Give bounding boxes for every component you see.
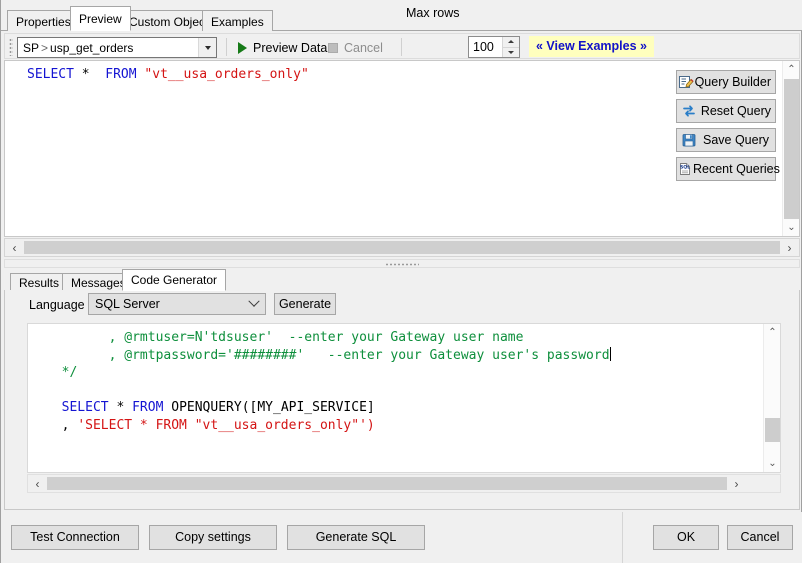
object-prefix: SP xyxy=(23,40,40,55)
button-bar-divider xyxy=(622,512,623,563)
object-select-dropdown-button[interactable] xyxy=(198,38,216,57)
dialog-button-bar: Test Connection Copy settings Generate S… xyxy=(1,512,802,563)
sql-keyword-from: FROM xyxy=(105,67,137,82)
cancel-preview-label: Cancel xyxy=(344,40,383,55)
save-query-button[interactable]: Save Query xyxy=(676,128,776,152)
reset-query-label: Reset Query xyxy=(700,104,771,118)
max-rows-value[interactable]: 100 xyxy=(469,37,502,57)
sql-document-icon: SQL xyxy=(677,161,693,177)
tab-properties[interactable]: Properties xyxy=(7,10,80,31)
tab-results[interactable]: Results xyxy=(10,273,69,291)
text-caret xyxy=(609,346,611,361)
panel-splitter[interactable] xyxy=(4,259,800,268)
main-tab-strip: Properties Preview Custom Objects Exampl… xyxy=(1,0,802,31)
code-comma: , xyxy=(61,417,70,433)
scroll-up-icon[interactable]: ⌃ xyxy=(783,61,800,78)
language-value: SQL Server xyxy=(95,297,160,311)
view-examples-link[interactable]: « View Examples » xyxy=(529,36,654,57)
max-rows-increment-button[interactable] xyxy=(503,37,519,47)
reset-query-button[interactable]: Reset Query xyxy=(676,99,776,123)
max-rows-stepper[interactable]: 100 xyxy=(468,36,520,58)
language-dropdown-button[interactable] xyxy=(243,295,265,308)
query-builder-button[interactable]: Query Builder xyxy=(676,70,776,94)
scroll-thumb[interactable] xyxy=(765,418,780,442)
results-tab-strip: Results Messages Code Generator xyxy=(4,269,800,291)
floppy-disk-icon xyxy=(677,132,701,148)
ok-button[interactable]: OK xyxy=(653,525,719,550)
generate-sql-button[interactable]: Generate SQL xyxy=(287,525,425,550)
preview-data-label: Preview Data xyxy=(253,40,328,55)
scroll-right-icon[interactable]: › xyxy=(727,475,746,492)
cancel-button[interactable]: Cancel xyxy=(727,525,793,550)
scroll-left-icon[interactable]: ‹ xyxy=(5,239,24,256)
chevron-down-icon xyxy=(248,295,260,307)
copy-settings-button[interactable]: Copy settings xyxy=(149,525,277,550)
preview-toolbar: SP > usp_get_orders Preview Data Cancel xyxy=(4,33,800,59)
sql-star: * xyxy=(81,67,90,82)
language-label: Language xyxy=(29,298,85,312)
recent-queries-label: Recent Queries xyxy=(693,162,780,176)
scroll-right-icon[interactable]: › xyxy=(780,239,799,256)
sql-editor[interactable]: SELECT * FROM "vt__usa_orders_only" Quer… xyxy=(4,60,800,237)
save-query-label: Save Query xyxy=(702,133,769,147)
max-rows-stepper-buttons xyxy=(502,37,519,57)
scroll-down-icon[interactable]: ⌄ xyxy=(764,455,780,472)
scroll-thumb[interactable] xyxy=(784,79,799,219)
scroll-left-icon[interactable]: ‹ xyxy=(28,475,47,492)
splitter-grip xyxy=(385,263,419,266)
recent-queries-button[interactable]: SQL Recent Queries xyxy=(676,157,780,181)
object-name: usp_get_orders xyxy=(50,40,134,55)
code-inner-query-literal: 'SELECT * FROM "vt__usa_orders_only"') xyxy=(77,417,375,433)
edit-form-icon xyxy=(677,74,695,90)
chevron-down-icon xyxy=(204,45,211,50)
sql-table-literal: "vt__usa_orders_only" xyxy=(144,67,309,82)
tab-preview[interactable]: Preview xyxy=(70,6,131,31)
code-openquery-call: OPENQUERY([MY_API_SERVICE] xyxy=(171,400,375,415)
toolbar-grip-handle[interactable] xyxy=(9,38,13,56)
stop-icon xyxy=(328,42,338,53)
sql-keyword-select: SELECT xyxy=(27,67,74,82)
code-generator-panel: Language SQL Server Generate , @rmtuser=… xyxy=(4,290,800,510)
generate-button[interactable]: Generate xyxy=(274,293,336,315)
sql-editor-horizontal-scrollbar[interactable]: ‹ › xyxy=(4,238,800,257)
code-keyword-select: SELECT xyxy=(61,400,109,415)
scroll-down-icon[interactable]: ⌄ xyxy=(783,219,800,236)
language-select[interactable]: SQL Server xyxy=(88,293,266,315)
play-icon xyxy=(238,41,247,54)
object-separator: > xyxy=(41,40,49,55)
tab-examples[interactable]: Examples xyxy=(202,10,273,31)
caret-up-icon xyxy=(508,40,514,44)
code-keyword-from: FROM xyxy=(132,400,164,415)
object-select-combo[interactable]: SP > usp_get_orders xyxy=(17,37,217,58)
sql-editor-vertical-scrollbar[interactable]: ⌃ ⌄ xyxy=(782,61,799,236)
preview-dialog: Properties Preview Custom Objects Exampl… xyxy=(0,0,802,563)
refresh-icon xyxy=(677,103,701,119)
max-rows-label: Max rows xyxy=(406,6,460,20)
test-connection-button[interactable]: Test Connection xyxy=(11,525,139,550)
caret-down-icon xyxy=(508,50,514,54)
sql-editor-text: SELECT * FROM "vt__usa_orders_only" xyxy=(27,66,309,83)
code-star: * xyxy=(116,400,125,415)
generated-code-horizontal-scrollbar[interactable]: ‹ › xyxy=(27,474,781,493)
object-select-value: SP > usp_get_orders xyxy=(18,41,198,55)
hscroll-thumb[interactable] xyxy=(47,477,727,490)
max-rows-decrement-button[interactable] xyxy=(503,46,519,57)
code-comment-line-2: , @rmtpassword='########' --enter your G… xyxy=(46,347,610,363)
code-comment-close: */ xyxy=(61,365,78,380)
preview-data-button[interactable]: Preview Data xyxy=(233,37,332,58)
hscroll-thumb[interactable] xyxy=(24,241,780,254)
cancel-preview-button[interactable]: Cancel xyxy=(323,37,388,58)
query-builder-label: Query Builder xyxy=(694,75,771,89)
toolbar-separator-1 xyxy=(226,38,227,56)
scroll-up-icon[interactable]: ⌃ xyxy=(764,324,780,341)
generated-code-text: , @rmtuser=N'tdsuser' --enter your Gatew… xyxy=(46,329,611,434)
generated-code-editor[interactable]: , @rmtuser=N'tdsuser' --enter your Gatew… xyxy=(27,323,781,473)
generated-code-vertical-scrollbar[interactable]: ⌃ ⌄ xyxy=(763,324,780,472)
tab-code-generator[interactable]: Code Generator xyxy=(122,269,227,291)
svg-text:SQL: SQL xyxy=(680,165,690,171)
code-comment-line-1: , @rmtuser=N'tdsuser' --enter your Gatew… xyxy=(46,330,524,345)
toolbar-separator-2 xyxy=(401,38,402,56)
